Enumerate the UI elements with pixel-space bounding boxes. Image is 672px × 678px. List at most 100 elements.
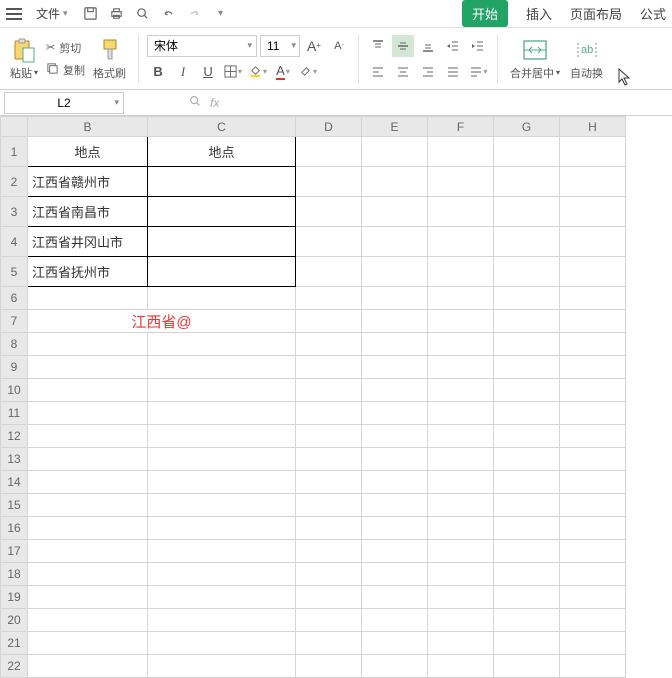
row-header[interactable]: 21 [1,632,28,655]
cell[interactable] [296,257,362,287]
align-bottom-button[interactable] [417,35,439,57]
cell[interactable] [362,586,428,609]
row-header[interactable]: 11 [1,402,28,425]
cell[interactable] [28,609,148,632]
cell[interactable] [428,402,494,425]
cell[interactable] [148,632,296,655]
col-header[interactable]: G [494,117,560,137]
cell[interactable] [428,137,494,167]
cell[interactable] [148,356,296,379]
cell[interactable] [296,425,362,448]
cell[interactable] [296,494,362,517]
row-header[interactable]: 12 [1,425,28,448]
cell[interactable] [296,655,362,678]
cell[interactable] [560,563,626,586]
cell[interactable] [362,448,428,471]
col-header[interactable]: C [148,117,296,137]
distribute-button[interactable] [467,61,489,83]
cell[interactable] [362,310,428,333]
font-name-select[interactable]: 宋体 [147,35,257,57]
cell[interactable] [362,227,428,257]
cell[interactable] [148,540,296,563]
cell[interactable] [428,632,494,655]
cell[interactable] [28,356,148,379]
cell[interactable] [494,257,560,287]
cell[interactable] [362,287,428,310]
cell[interactable] [428,356,494,379]
row-header[interactable]: 7 [1,310,28,333]
fx-icon[interactable]: fx [210,96,219,110]
row-header[interactable]: 17 [1,540,28,563]
cell[interactable] [362,356,428,379]
cell[interactable]: 地点 [28,137,148,167]
cell[interactable] [428,287,494,310]
cell[interactable] [560,379,626,402]
cell[interactable] [296,167,362,197]
cell[interactable] [148,167,296,197]
cell[interactable] [494,379,560,402]
increase-font-button[interactable]: A+ [303,35,325,57]
cell[interactable] [362,471,428,494]
undo-icon[interactable] [160,5,178,23]
cell[interactable] [560,448,626,471]
cell[interactable] [494,609,560,632]
clear-format-button[interactable] [297,61,319,83]
cell[interactable] [560,655,626,678]
align-left-button[interactable] [367,61,389,83]
merge-center-button[interactable]: 合并居中▾ [506,35,564,83]
cell[interactable] [28,379,148,402]
cell[interactable] [296,517,362,540]
italic-button[interactable]: I [172,61,194,83]
cell[interactable] [428,586,494,609]
cell[interactable] [28,540,148,563]
row-header[interactable]: 18 [1,563,28,586]
row-header[interactable]: 2 [1,167,28,197]
col-header[interactable]: F [428,117,494,137]
font-color-button[interactable]: A [272,61,294,83]
cell[interactable] [148,494,296,517]
cell[interactable] [494,494,560,517]
cell[interactable] [494,563,560,586]
hamburger-icon[interactable] [6,13,22,15]
tab-start[interactable]: 开始 [462,0,508,27]
cell[interactable] [494,287,560,310]
cell[interactable] [148,609,296,632]
row-header[interactable]: 19 [1,586,28,609]
row-header[interactable]: 20 [1,609,28,632]
cell[interactable]: 江西省南昌市 [28,197,148,227]
cell[interactable] [148,379,296,402]
col-header[interactable]: B [28,117,148,137]
row-header[interactable]: 9 [1,356,28,379]
cell[interactable] [560,402,626,425]
row-header[interactable]: 10 [1,379,28,402]
font-size-select[interactable]: 11 [260,35,300,57]
wrap-text-button[interactable]: ab 自动换 [566,35,607,83]
cell[interactable] [362,563,428,586]
cell[interactable] [362,197,428,227]
align-middle-button[interactable] [392,35,414,57]
cell[interactable] [148,197,296,227]
cell[interactable] [494,402,560,425]
cell[interactable] [362,494,428,517]
cell[interactable] [296,333,362,356]
cell[interactable] [494,471,560,494]
cell[interactable] [296,471,362,494]
cell[interactable] [428,609,494,632]
cell[interactable] [560,586,626,609]
cell[interactable] [362,425,428,448]
cell[interactable] [28,632,148,655]
select-all-corner[interactable] [1,117,28,137]
redo-icon[interactable] [186,5,204,23]
cell[interactable] [494,167,560,197]
align-top-button[interactable] [367,35,389,57]
cell[interactable] [494,448,560,471]
justify-button[interactable] [442,61,464,83]
cell[interactable] [148,563,296,586]
cell[interactable] [296,632,362,655]
cell[interactable] [362,402,428,425]
cell[interactable] [560,609,626,632]
cell[interactable] [362,517,428,540]
increase-indent-button[interactable] [467,35,489,57]
cell[interactable] [560,257,626,287]
name-box[interactable]: L2 [4,92,124,114]
